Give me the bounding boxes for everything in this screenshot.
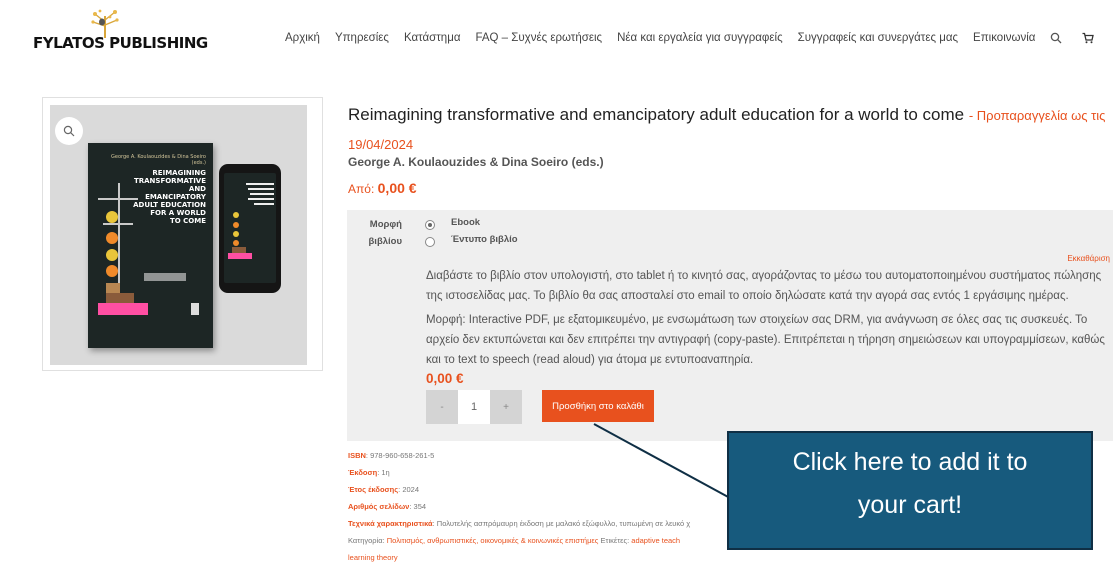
callout-line1: Click here to add it to xyxy=(792,448,1028,476)
callout-line2: your cart! xyxy=(857,491,963,519)
callout-box: Click here to add it to your cart! xyxy=(727,431,1093,550)
